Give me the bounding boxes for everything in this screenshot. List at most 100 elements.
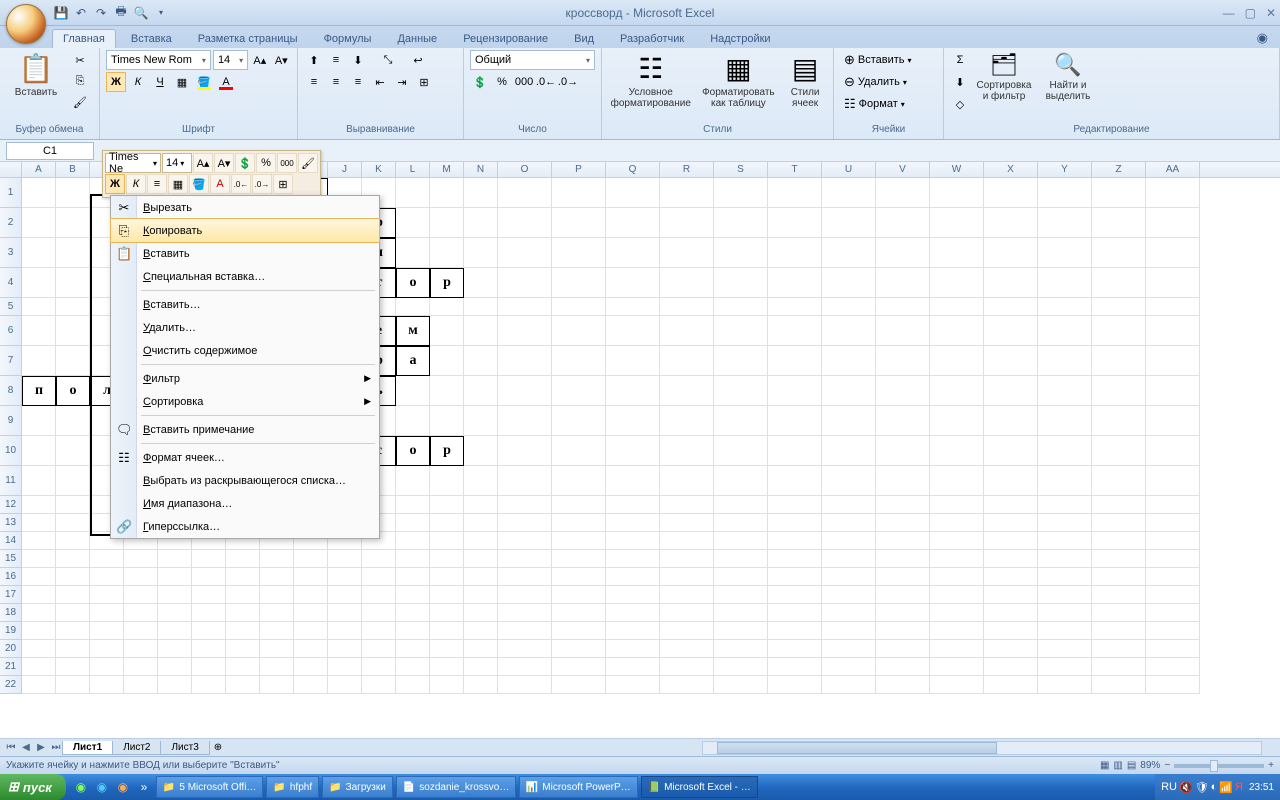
cell[interactable] [1038,532,1092,550]
cell[interactable] [226,550,260,568]
column-header[interactable]: Q [606,162,660,177]
cell[interactable] [930,238,984,268]
taskbar-button[interactable]: 📗Microsoft Excel - … [641,776,758,798]
row-header[interactable]: 19 [0,622,22,640]
context-menu-item[interactable]: Специальная вставка… [111,265,379,288]
context-menu-item[interactable]: ✂Вырезать [111,196,379,219]
cell[interactable] [226,604,260,622]
cell[interactable] [1146,604,1200,622]
cell[interactable] [984,532,1038,550]
copy-icon[interactable]: ⎘ [70,71,90,91]
cell[interactable] [822,586,876,604]
cell[interactable] [1146,586,1200,604]
column-header[interactable]: V [876,162,930,177]
cell[interactable] [56,268,90,298]
column-header[interactable]: A [22,162,56,177]
clear-icon[interactable]: ◇ [950,94,970,114]
column-header[interactable]: N [464,162,498,177]
cell[interactable] [396,532,430,550]
mini-grow-icon[interactable]: A▴ [193,153,213,173]
new-sheet-icon[interactable]: ⊕ [214,742,222,753]
cell[interactable] [56,532,90,550]
cell[interactable] [876,298,930,316]
cell[interactable] [22,586,56,604]
cell[interactable] [714,586,768,604]
cell[interactable] [396,178,430,208]
cell[interactable] [464,406,498,436]
zoom-out-icon[interactable]: − [1164,760,1170,771]
cell[interactable] [660,640,714,658]
cell[interactable] [768,604,822,622]
tab-formulas[interactable]: Формулы [313,29,383,48]
column-header[interactable]: T [768,162,822,177]
cell[interactable] [1038,268,1092,298]
cell[interactable] [876,568,930,586]
align-left-icon[interactable]: ≡ [304,72,324,92]
cell[interactable] [1146,268,1200,298]
cell[interactable] [464,316,498,346]
increase-indent-icon[interactable]: ⇥ [392,72,412,92]
zoom-slider[interactable] [1174,764,1264,768]
cell[interactable] [430,550,464,568]
cell[interactable] [1146,208,1200,238]
cell[interactable] [1146,316,1200,346]
sheet-tab-2[interactable]: Лист2 [112,741,161,755]
cell[interactable] [822,178,876,208]
row-header[interactable]: 2 [0,208,22,238]
format-cells-button[interactable]: ☷Формат▾ [840,94,916,114]
cell[interactable] [362,604,396,622]
cell[interactable] [56,658,90,676]
cell[interactable] [984,514,1038,532]
cell[interactable] [1038,346,1092,376]
cell[interactable] [930,406,984,436]
align-middle-icon[interactable]: ≡ [326,50,346,70]
cell[interactable] [984,406,1038,436]
mini-italic-button[interactable]: К [126,174,146,194]
mini-merge-icon[interactable]: ⊞ [273,174,293,194]
cell[interactable] [464,676,498,694]
cell-styles-button[interactable]: ▤Стили ячеек [783,50,827,111]
cell[interactable] [930,658,984,676]
cell[interactable] [464,622,498,640]
cell[interactable] [1038,208,1092,238]
cell[interactable] [1038,238,1092,268]
cell[interactable] [660,436,714,466]
tab-home[interactable]: Главная [52,29,116,48]
cell[interactable] [1038,466,1092,496]
row-header[interactable]: 12 [0,496,22,514]
view-break-icon[interactable]: ▤ [1127,760,1136,771]
cell[interactable] [464,208,498,238]
cell[interactable] [552,376,606,406]
cell[interactable] [498,316,552,346]
cell[interactable] [430,346,464,376]
cell[interactable] [56,586,90,604]
cell[interactable] [430,316,464,346]
cell[interactable] [552,640,606,658]
cell[interactable] [822,550,876,568]
cell[interactable] [124,604,158,622]
cell[interactable] [822,346,876,376]
cell[interactable] [192,658,226,676]
cell[interactable] [606,604,660,622]
cell[interactable] [56,640,90,658]
cell[interactable] [714,676,768,694]
context-menu-item[interactable]: Вставить… [111,293,379,316]
cell[interactable] [984,208,1038,238]
cell[interactable] [124,550,158,568]
cell[interactable] [498,532,552,550]
cell[interactable] [984,238,1038,268]
cell[interactable] [768,514,822,532]
cell[interactable] [1092,550,1146,568]
cell[interactable] [552,346,606,376]
cell[interactable] [328,640,362,658]
cell[interactable] [158,604,192,622]
cell[interactable] [192,622,226,640]
cell[interactable] [984,568,1038,586]
cell[interactable] [90,604,124,622]
cell[interactable] [930,268,984,298]
context-menu-item[interactable]: Удалить… [111,316,379,339]
context-menu-item[interactable]: 🗨Вставить примечание [111,418,379,441]
cell[interactable] [56,568,90,586]
qat-quickprint-icon[interactable]: 🖶 [112,4,130,22]
cell[interactable] [1092,514,1146,532]
